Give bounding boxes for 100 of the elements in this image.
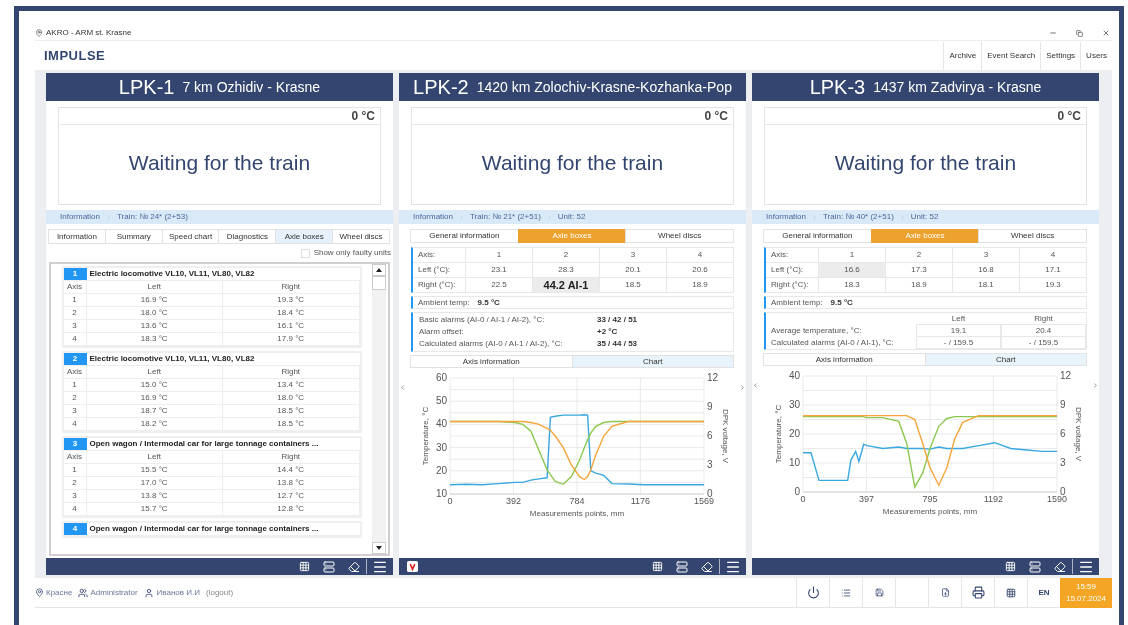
tab[interactable]: Wheel discs	[332, 229, 390, 244]
field-label: Ambient temp:	[418, 296, 470, 309]
table-cell: 3	[63, 490, 87, 502]
column-header: Axis	[63, 281, 87, 293]
breadcrumb-item[interactable]: Information	[413, 211, 454, 223]
panel-route: 1437 km Zadvirya - Krasne	[873, 77, 1042, 97]
eraser-icon[interactable]	[348, 560, 360, 573]
tick-label: 10	[435, 488, 447, 499]
server-icon[interactable]	[323, 560, 335, 573]
breadcrumb-item[interactable]: Information	[766, 211, 807, 223]
column-header: 1	[465, 248, 532, 262]
column-header: 4	[666, 248, 733, 262]
alert-badge-icon[interactable]	[407, 561, 418, 572]
scroll-up-icon[interactable]	[372, 264, 386, 276]
eraser-icon[interactable]	[1054, 560, 1066, 573]
table-cell: 12.7 °C	[223, 490, 360, 502]
nav-button[interactable]: Archive	[943, 41, 982, 70]
tick-label: 40	[788, 370, 800, 381]
tab[interactable]: Chart	[571, 355, 734, 368]
table-cell: 14.4 °C	[223, 464, 360, 476]
tick-label: 0	[800, 494, 805, 504]
table-cell: 18.5 °C	[223, 405, 360, 417]
tab[interactable]: Chart	[924, 353, 1087, 366]
file-icon	[940, 588, 950, 597]
breadcrumb-item[interactable]: Unit: 52	[557, 211, 586, 223]
chevron-right-icon	[458, 213, 466, 221]
row-label: Left (°C):	[417, 264, 452, 276]
column-header: 1	[818, 248, 885, 262]
table-cell: 18.7 °C	[86, 405, 223, 417]
column-header: Axis	[63, 451, 87, 463]
table-cell: 2	[63, 307, 87, 319]
restore-icon[interactable]	[1076, 29, 1083, 37]
chevron-right-icon	[545, 213, 553, 221]
table-cell: 3	[63, 405, 87, 417]
grid-icon[interactable]	[652, 561, 663, 572]
axis-title: Measurements points, mm	[882, 507, 977, 516]
map-pin-icon	[35, 588, 44, 597]
logout-link[interactable]: (logout)	[206, 586, 234, 599]
car-title: Electric locomotive VL10, VL11, VL80, VL82	[88, 268, 255, 280]
table-cell: 18.3 °C	[86, 333, 223, 345]
breadcrumb-item[interactable]: Unit: 52	[910, 211, 939, 223]
car-number: 3	[63, 438, 87, 450]
panel-code: LPK-3	[809, 75, 866, 100]
car-title: Electric locomotive VL10, VL11, VL80, VL82	[88, 353, 255, 365]
breadcrumb-item[interactable]: Train: № 24* (2+53)	[117, 211, 188, 223]
status-message: Waiting for the train	[128, 149, 311, 176]
date-text: 15.07.2024	[1065, 592, 1106, 605]
tab[interactable]: Axis information	[763, 353, 926, 366]
user-name: Иванов И.И	[156, 586, 200, 599]
field-label: Average temperature, °C:	[770, 325, 863, 337]
temperature-reading: 0 °C	[704, 108, 728, 125]
table-cell: 4	[63, 418, 87, 430]
tab[interactable]: Diagnostics	[218, 229, 277, 244]
tab[interactable]: Speed chart	[161, 229, 220, 244]
field-value: 9.5 °C	[830, 296, 853, 309]
row-label: Left (°C):	[770, 264, 805, 276]
tab[interactable]: Information	[48, 229, 106, 244]
table-cell: 3	[63, 320, 87, 332]
scroll-thumb[interactable]	[372, 276, 386, 290]
scrollbar[interactable]	[372, 264, 386, 554]
tab[interactable]: General information	[763, 229, 872, 243]
scroll-down-icon[interactable]	[372, 542, 386, 554]
column-header: Axis	[63, 366, 87, 378]
table-cell: 1	[63, 294, 87, 306]
car-number: 2	[63, 353, 87, 365]
table-cell: 16.1 °C	[223, 320, 360, 332]
tab[interactable]: Summary	[104, 229, 163, 244]
table-cell: 15.5 °C	[86, 464, 223, 476]
nav-button[interactable]: Settings	[1040, 41, 1081, 70]
checkbox[interactable]	[300, 248, 310, 258]
tab[interactable]: Axis information	[410, 355, 573, 368]
table-cell: 16.6	[818, 263, 885, 277]
row-label: Right (°C):	[417, 279, 457, 291]
list-icon	[841, 587, 851, 598]
breadcrumb-item[interactable]: Train: № 40* (2+51)	[823, 211, 894, 223]
breadcrumb-item[interactable]: Information	[60, 211, 101, 223]
close-icon[interactable]	[1102, 29, 1110, 37]
grid-icon[interactable]	[1005, 561, 1016, 572]
eraser-icon[interactable]	[701, 560, 713, 573]
nav-button[interactable]: Event Search	[981, 41, 1041, 70]
row-label: Axis:	[417, 249, 437, 261]
nav-button[interactable]: Users	[1080, 41, 1112, 70]
server-icon[interactable]	[1029, 560, 1041, 573]
axis-title: Temperature, °C	[420, 406, 430, 466]
breadcrumb-item[interactable]: Train: № 21* (2+51)	[470, 211, 541, 223]
column-header: 3	[952, 248, 1019, 262]
tab[interactable]: Axle boxes	[275, 229, 334, 244]
tab[interactable]: Wheel discs	[978, 229, 1087, 243]
grid-icon[interactable]	[299, 561, 310, 572]
axis-title: Measurements points, mm	[529, 509, 624, 518]
table-cell: 13.8 °C	[223, 477, 360, 489]
server-icon[interactable]	[676, 560, 688, 573]
axis-title: DPK voltage, V	[720, 408, 730, 464]
axis-title: DPK voltage, V	[1073, 406, 1083, 462]
tab[interactable]: General information	[410, 229, 519, 243]
table-cell: 13.8 °C	[86, 490, 223, 502]
table-cell: 2	[63, 392, 87, 404]
tab[interactable]: Wheel discs	[625, 229, 734, 243]
tick-label: 30	[435, 441, 447, 453]
column-header: 4	[1019, 248, 1086, 262]
